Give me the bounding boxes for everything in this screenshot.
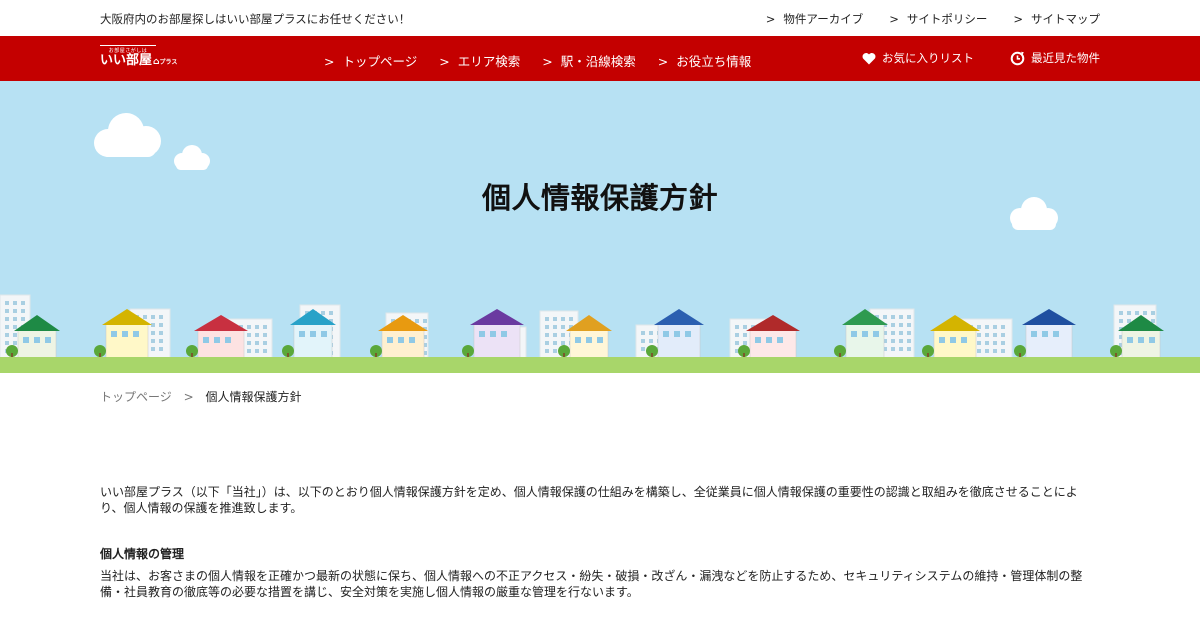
cloud-icon: [94, 113, 161, 157]
house: [933, 328, 977, 362]
policy-intro: いい部屋プラス（以下「当社」）は、以下のとおり個人情報保護方針を定め、個人情報保…: [100, 485, 1078, 515]
hero-banner: 個人情報保護方針: [0, 81, 1200, 373]
nav-right: お気に入りリスト 最近見た物件: [862, 50, 1100, 66]
arrow-icon: >: [657, 54, 669, 69]
house: [17, 328, 57, 362]
house: [381, 328, 425, 362]
house: [105, 322, 149, 362]
house-roof: [1022, 309, 1076, 325]
section-heading: 個人情報の管理: [100, 547, 185, 561]
arrow-icon: >: [765, 12, 776, 26]
arrow-icon: >: [542, 54, 553, 69]
breadcrumb-separator: >: [183, 390, 194, 404]
section-body: 当社は、お客さまの個人情報を正確かつ最新の状態に保ち、個人情報への不正アクセス・…: [100, 569, 1083, 599]
house: [1121, 328, 1161, 362]
favorites-link[interactable]: お気に入りリスト: [862, 50, 974, 66]
logo-text: いい部屋: [100, 53, 153, 68]
nav-item-area[interactable]: > エリア検索: [439, 51, 520, 70]
town-illustration: [0, 294, 1200, 373]
breadcrumb: トップページ > 個人情報保護方針: [100, 388, 302, 405]
arrow-icon: >: [1013, 12, 1023, 26]
nav-item-station[interactable]: > 駅・沿線検索: [542, 51, 636, 70]
main-nav: > トップページ > エリア検索 > 駅・沿線検索 > お役立ち情報: [324, 51, 751, 70]
breadcrumb-home[interactable]: トップページ: [100, 390, 172, 404]
nav-item-info[interactable]: > お役立ち情報: [658, 51, 752, 70]
top-link-policy[interactable]: > サイトポリシー: [889, 11, 987, 27]
house: [749, 328, 797, 362]
house: [1025, 322, 1073, 362]
site-logo[interactable]: お部屋さがしは いい部屋⌂プラス: [100, 45, 177, 73]
top-link-archive[interactable]: > 物件アーカイブ: [766, 11, 863, 27]
logo-plus: プラス: [159, 59, 178, 66]
breadcrumb-current: 個人情報保護方針: [205, 390, 302, 404]
arrow-icon: >: [889, 12, 899, 26]
house: [569, 328, 609, 362]
recent-link[interactable]: 最近見た物件: [1010, 50, 1100, 66]
site-tagline: 大阪府内のお部屋探しはいい部屋プラスにお任せください！: [100, 12, 411, 26]
grass: [0, 357, 1200, 373]
arrow-icon: >: [439, 54, 450, 69]
cloud-icon: [174, 145, 210, 170]
house-roof: [470, 309, 524, 325]
top-links: > 物件アーカイブ > サイトポリシー > サイトマップ: [766, 11, 1100, 27]
page-title: 個人情報保護方針: [481, 181, 718, 215]
policy-content: いい部屋プラス（以下「当社」）は、以下のとおり個人情報保護方針を定め、個人情報保…: [100, 484, 1090, 600]
top-link-sitemap[interactable]: > サイトマップ: [1013, 11, 1100, 27]
arrow-icon: >: [324, 54, 335, 69]
house: [473, 322, 521, 362]
nav-item-top[interactable]: > トップページ: [324, 51, 417, 70]
main-navbar: お部屋さがしは いい部屋⌂プラス > トップページ > エリア検索 > 駅・沿線検索 …: [0, 36, 1200, 81]
house: [657, 322, 701, 362]
house: [197, 328, 245, 362]
house-roof: [654, 309, 704, 325]
heart-icon: [862, 52, 876, 64]
top-bar: 大阪府内のお部屋探しはいい部屋プラスにお任せください！ > 物件アーカイブ > サイ…: [0, 0, 1200, 36]
house: [845, 322, 885, 362]
history-icon: [1010, 51, 1025, 65]
house: [293, 322, 333, 362]
